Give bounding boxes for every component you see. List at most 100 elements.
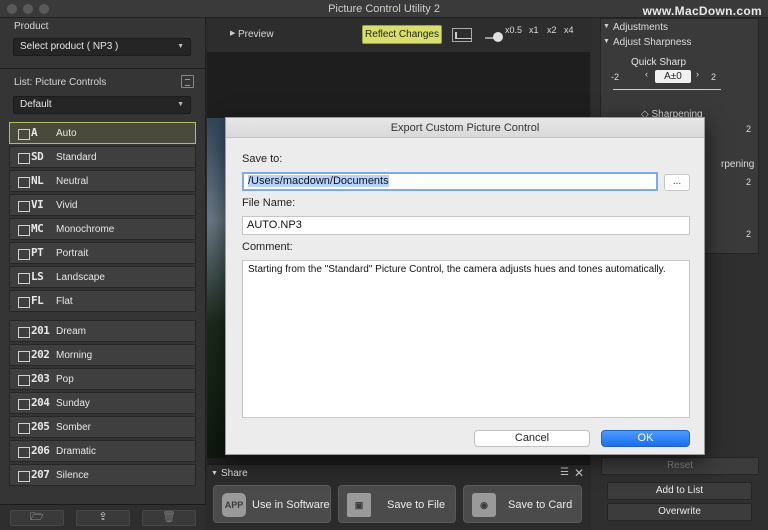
save-to-field-value: /Users/macdown/Documents xyxy=(248,175,389,187)
quick-sharp-value[interactable]: A±0 xyxy=(655,70,691,83)
picture-control-icon: 207 xyxy=(18,468,50,483)
chevron-down-icon[interactable]: ▼ xyxy=(603,23,610,30)
picture-control-icon: MC xyxy=(18,222,48,237)
list-item[interactable]: 203 Pop xyxy=(9,368,196,390)
zoom-level[interactable]: x4 xyxy=(564,25,574,35)
zoom-slider-handle[interactable] xyxy=(493,32,503,42)
list-item-label: Silence xyxy=(56,470,89,481)
save-to-file-button[interactable]: ▣ Save to File xyxy=(338,485,456,523)
list-item[interactable]: 204 Sunday xyxy=(9,392,196,414)
window-title: Picture Control Utility 2 xyxy=(328,3,440,15)
picture-control-icon: VI xyxy=(18,198,48,213)
list-item[interactable]: 207 Silence xyxy=(9,464,196,486)
list-item[interactable]: A Auto xyxy=(9,122,196,144)
use-in-software-label: Use in Software xyxy=(252,499,330,511)
adjust-sharpness-label: Adjust Sharpness xyxy=(613,37,692,48)
reflect-changes-button[interactable]: Reflect Changes xyxy=(362,25,442,44)
list-item[interactable]: SD Standard xyxy=(9,146,196,168)
list-item-label: Landscape xyxy=(56,272,105,283)
chevron-down-icon[interactable]: ▼ xyxy=(603,38,610,45)
preview-label: Preview xyxy=(238,29,274,40)
title-bar: Picture Control Utility 2 www.MacDown.co… xyxy=(0,0,768,18)
save-to-card-button[interactable]: ◉ Save to Card xyxy=(463,485,582,523)
menu-icon[interactable]: ☰ xyxy=(560,467,569,478)
reset-button[interactable]: Reset xyxy=(601,457,759,475)
list-item-label: Portrait xyxy=(56,248,89,259)
cancel-button[interactable]: Cancel xyxy=(474,430,590,447)
product-select-value: Select product ( NP3 ) xyxy=(20,41,119,52)
picture-control-icon: 203 xyxy=(18,372,50,387)
camera-icon: ◉ xyxy=(472,493,496,517)
file-name-field[interactable]: AUTO.NP3 xyxy=(242,216,690,235)
zoom-level[interactable]: x0.5 xyxy=(505,25,522,35)
close-window-button[interactable] xyxy=(7,4,17,14)
browse-button[interactable]: ... xyxy=(664,174,690,191)
chevron-down-icon[interactable]: ▼ xyxy=(211,470,218,477)
save-to-field[interactable]: /Users/macdown/Documents xyxy=(242,172,658,191)
chevron-right-icon[interactable]: ▶ xyxy=(230,29,235,37)
histogram-icon[interactable] xyxy=(452,28,472,42)
ok-button[interactable]: OK xyxy=(601,430,690,447)
dialog-title: Export Custom Picture Control xyxy=(226,118,704,138)
list-item[interactable]: NL Neutral xyxy=(9,170,196,192)
save-to-label: Save to: xyxy=(242,153,283,165)
list-item-label: Neutral xyxy=(56,176,89,187)
chevron-left-icon[interactable]: ‹ xyxy=(645,69,648,79)
list-item[interactable]: VI Vivid xyxy=(9,194,196,216)
comment-textarea[interactable]: Starting from the "Standard" Picture Con… xyxy=(242,260,690,418)
list-item[interactable]: MC Monochrome xyxy=(9,218,196,240)
list-item[interactable]: 202 Morning xyxy=(9,344,196,366)
list-item[interactable]: PT Portrait xyxy=(9,242,196,264)
list-item-label: Flat xyxy=(56,296,73,307)
zoom-window-button[interactable] xyxy=(39,4,49,14)
product-select[interactable]: Select product ( NP3 ) ▼ xyxy=(13,38,191,56)
import-button[interactable]: ⇪ xyxy=(76,510,130,526)
overwrite-button[interactable]: Overwrite xyxy=(607,503,752,521)
import-icon: ⇪ xyxy=(98,511,108,523)
picture-control-icon: NL xyxy=(18,174,48,189)
quick-sharp-label: Quick Sharp xyxy=(631,57,687,68)
filter-select-value: Default xyxy=(20,99,52,110)
list-item[interactable]: 206 Dramatic xyxy=(9,440,196,462)
list-view-icon[interactable] xyxy=(181,75,194,88)
zoom-level[interactable]: x1 xyxy=(529,25,539,35)
add-to-list-button[interactable]: Add to List xyxy=(607,482,752,500)
open-folder-button[interactable]: 🗁 xyxy=(10,510,64,526)
preview-toolbar: ▶ Preview Reflect Changes x0.5 x1 x2 x4 xyxy=(207,18,590,52)
close-icon[interactable]: ✕ xyxy=(574,466,584,480)
list-item-label: Morning xyxy=(56,350,93,361)
floppy-disk-icon: ▣ xyxy=(347,493,371,517)
scale-max-label: 2 xyxy=(746,177,752,187)
export-dialog: Export Custom Picture Control Save to: /… xyxy=(225,117,705,455)
list-item[interactable]: LS Landscape xyxy=(9,266,196,288)
zoom-level[interactable]: x2 xyxy=(547,25,557,35)
list-item[interactable]: FL Flat xyxy=(9,290,196,312)
filter-select[interactable]: Default ▼ xyxy=(13,96,191,114)
picture-control-list: A Auto SD Standard NL Neutral VI Vivid MC Mon… xyxy=(9,122,196,488)
list-item-label: Vivid xyxy=(56,200,78,211)
list-item[interactable]: 201 Dream xyxy=(9,320,196,342)
chevron-down-icon: ▼ xyxy=(177,101,184,108)
picture-control-icon: 206 xyxy=(18,444,50,459)
scale-max-label: 2 xyxy=(746,124,752,134)
share-panel: ▼ Share ☰ ✕ APP Use in Software ▣ Save t… xyxy=(207,464,590,530)
file-name-field-value: AUTO.NP3 xyxy=(247,219,302,231)
save-to-card-label: Save to Card xyxy=(508,499,573,511)
quick-sharp-slider[interactable] xyxy=(613,89,721,90)
picture-control-icon: A xyxy=(18,126,48,141)
chevron-right-icon[interactable]: › xyxy=(696,69,699,79)
minimize-window-button[interactable] xyxy=(23,4,33,14)
list-label: List: Picture Controls xyxy=(14,77,107,88)
picture-control-icon: 201 xyxy=(18,324,50,339)
picture-control-icon: FL xyxy=(18,294,48,309)
scale-max-label: 2 xyxy=(711,72,717,82)
adjustments-label: Adjustments xyxy=(613,22,669,33)
picture-control-icon: 205 xyxy=(18,420,50,435)
window-controls xyxy=(7,4,49,14)
comment-text: Starting from the "Standard" Picture Con… xyxy=(248,264,666,275)
use-in-software-button[interactable]: APP Use in Software xyxy=(213,485,331,523)
list-item-label: Sunday xyxy=(56,398,90,409)
file-name-label: File Name: xyxy=(242,197,296,209)
delete-button[interactable]: 🗑 xyxy=(142,510,196,526)
list-item[interactable]: 205 Somber xyxy=(9,416,196,438)
